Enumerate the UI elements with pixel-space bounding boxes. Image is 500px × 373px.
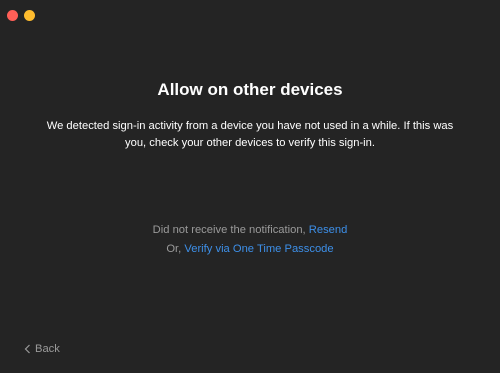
notification-prefix: Did not receive the notification, [152,224,309,236]
verify-otp-link[interactable]: Verify via One Time Passcode [184,243,333,255]
notification-line: Did not receive the notification, Resend [0,223,500,237]
chevron-left-icon [24,344,31,354]
otp-line: Or, Verify via One Time Passcode [0,242,500,256]
verification-window: Allow on other devices We detected sign-… [0,0,500,373]
otp-prefix: Or, [166,243,185,255]
description-text: We detected sign-in activity from a devi… [46,120,454,149]
window-controls [7,10,35,21]
back-button[interactable]: Back [24,343,60,355]
close-window-button[interactable] [7,10,18,21]
back-label: Back [35,343,60,355]
page-title: Allow on other devices [157,80,343,99]
resend-link[interactable]: Resend [309,224,348,236]
minimize-window-button[interactable] [24,10,35,21]
